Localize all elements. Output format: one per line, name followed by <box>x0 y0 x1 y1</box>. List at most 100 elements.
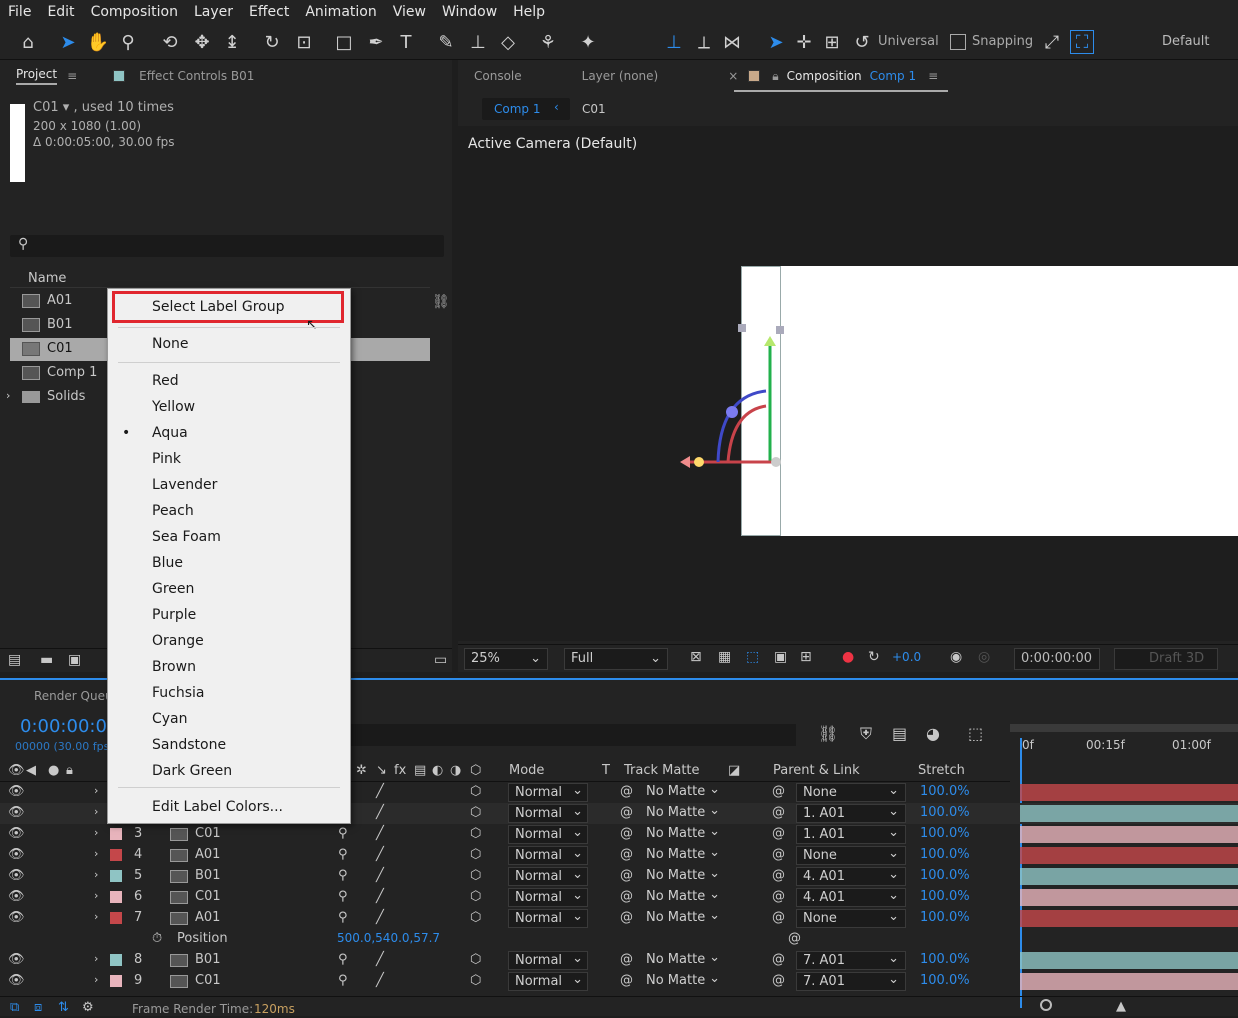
orbit-camera-icon[interactable]: ⟲ <box>158 30 182 54</box>
stretch-value[interactable]: 100.0% <box>920 889 970 904</box>
pick-whip-icon[interactable]: @ <box>772 784 785 799</box>
3d-layer-icon[interactable]: ⬡ <box>470 763 481 778</box>
pick-whip-icon[interactable]: @ <box>772 826 785 841</box>
grid-guides-icon[interactable]: ⊞ <box>800 649 812 665</box>
expression-pick-whip-icon[interactable]: @ <box>788 931 801 946</box>
roto-brush-icon[interactable]: ⚘ <box>536 30 560 54</box>
eye-icon[interactable]: 👁︎ <box>8 868 25 883</box>
eye-icon[interactable]: 👁︎ <box>8 847 25 862</box>
zoom-select[interactable]: 25% ⌄ <box>464 648 548 670</box>
new-comp-icon[interactable]: ▣ <box>68 652 81 668</box>
parent-select[interactable]: 7. A01 ⌄ <box>796 972 906 991</box>
3d-layer-switch-icon[interactable]: ⬡ <box>470 847 481 862</box>
menu-item-green[interactable]: Green <box>152 577 194 601</box>
pen-tool-icon[interactable]: ✒ <box>364 30 388 54</box>
shy-switch-icon[interactable]: ⚲ <box>338 868 348 883</box>
interpret-footage-icon[interactable]: ▤ <box>8 652 21 668</box>
clone-stamp-icon[interactable]: ⊥ <box>466 30 490 54</box>
mode-select[interactable]: Normal ⌄ <box>508 867 588 886</box>
menu-item-aqua[interactable]: Aqua <box>152 421 188 445</box>
frame-blending-icon[interactable]: ▤ <box>892 724 907 743</box>
column-header[interactable]: Name <box>10 268 430 288</box>
timecode-field[interactable]: 0:00:00:00 <box>1014 648 1100 670</box>
flowchart-icon[interactable]: ⛓ <box>432 294 450 310</box>
pan-behind-icon[interactable]: ⊡ <box>292 30 316 54</box>
3d-layer-switch-icon[interactable]: ⬡ <box>470 826 481 841</box>
chevron-right-icon[interactable]: › <box>94 805 98 818</box>
expand-icon[interactable]: ⧈ <box>34 1000 42 1015</box>
label-swatch[interactable] <box>110 975 122 987</box>
draft-3d-icon[interactable]: ⛨ <box>860 724 872 744</box>
menu-item-sea-foam[interactable]: Sea Foam <box>152 525 221 549</box>
shy-switch-icon[interactable]: ⚲ <box>338 910 348 925</box>
menu-layer[interactable]: Layer <box>194 4 233 20</box>
table-row[interactable]: 👁︎ › 5 B01 ⚲ ╱ ⬡ Normal ⌄ @ No Matte ⌄ @4. A01 ⌄ 100.0… <box>0 866 1238 887</box>
pick-whip-icon[interactable]: @ <box>772 868 785 883</box>
tab-render-queue[interactable]: Render Queu <box>34 689 113 703</box>
tab-effect-controls[interactable]: Effect Controls B01 <box>139 69 254 83</box>
work-area-bar[interactable] <box>1010 724 1238 732</box>
track-matte-select[interactable]: No Matte ⌄ <box>640 908 720 928</box>
world-axis-icon[interactable]: ⟂ <box>692 30 716 54</box>
chevron-right-icon[interactable]: › <box>94 826 98 839</box>
audio-icon[interactable]: ◀ <box>26 763 36 778</box>
motion-blur-icon[interactable]: ◐ <box>432 763 443 778</box>
table-row[interactable]: 👁︎ › 4 A01 ⚲ ╱ ⬡ Normal ⌄ @ No Matte ⌄ @ None ⌄ 100.0% <box>0 845 1238 866</box>
mode-select[interactable]: Normal ⌄ <box>508 783 588 802</box>
link-icon[interactable]: @ <box>620 973 633 988</box>
3d-axis-gizmo[interactable] <box>668 246 788 546</box>
menu-help[interactable]: Help <box>513 4 545 20</box>
parent-select[interactable]: 1. A01 ⌄ <box>796 804 906 823</box>
panel-menu-icon[interactable]: ≡ <box>928 69 938 83</box>
menu-view[interactable]: View <box>393 4 426 20</box>
eye-icon[interactable]: 👁︎ <box>8 763 25 778</box>
chevron-right-icon[interactable]: › <box>6 389 10 402</box>
table-row[interactable]: 👁︎ › 3 C01 ⚲ ╱ ⬡ Normal ⌄ @ No Matte ⌄ @1. A01 ⌄ 100.0… <box>0 824 1238 845</box>
link-icon[interactable]: @ <box>620 847 633 862</box>
pick-whip-icon[interactable]: @ <box>772 889 785 904</box>
menu-window[interactable]: Window <box>442 4 497 20</box>
pick-whip-icon[interactable]: @ <box>772 847 785 862</box>
menu-effect[interactable]: Effect <box>249 4 289 20</box>
menu-composition[interactable]: Composition <box>91 4 178 20</box>
layer-duration-bar[interactable] <box>1020 784 1238 801</box>
solo-icon[interactable]: ● <box>48 763 59 778</box>
draft3d-button[interactable]: Draft 3D <box>1114 648 1218 670</box>
time-ruler[interactable]: 0f 00:15f 01:00f <box>1010 724 1238 1008</box>
zoom-slider-handle[interactable] <box>1040 999 1052 1011</box>
type-tool-icon[interactable]: T <box>394 30 418 54</box>
label-swatch[interactable] <box>110 954 122 966</box>
track-matte-select[interactable]: No Matte ⌄ <box>640 866 720 886</box>
eye-icon[interactable]: 👁︎ <box>8 910 25 925</box>
tab-composition-name[interactable]: Comp 1 <box>870 69 916 83</box>
exposure-value[interactable]: +0.0 <box>892 650 921 664</box>
eye-icon[interactable]: 👁︎ <box>8 784 25 799</box>
breadcrumb-c01[interactable]: C01 <box>582 102 606 116</box>
universal-label[interactable]: Universal <box>878 34 939 49</box>
track-matte-select[interactable]: No Matte ⌄ <box>640 845 720 865</box>
rotation-tool-icon[interactable]: ↻ <box>260 30 284 54</box>
link-icon[interactable]: @ <box>620 805 633 820</box>
3d-scale-icon[interactable]: ⊞ <box>820 30 844 54</box>
quality-switch-icon[interactable]: ╱ <box>376 784 384 799</box>
zoom-tool-icon[interactable]: ⚲ <box>116 30 140 54</box>
reset-exposure-icon[interactable]: ↻ <box>868 649 880 665</box>
menu-item-pink[interactable]: Pink <box>152 447 181 471</box>
mode-select[interactable]: Normal ⌄ <box>508 846 588 865</box>
layer-name[interactable]: C01 <box>195 826 221 841</box>
menu-item-none[interactable]: None <box>152 332 189 356</box>
track-matte-select[interactable]: No Matte ⌄ <box>640 950 720 970</box>
mode-select[interactable]: Normal ⌄ <box>508 888 588 907</box>
snap-options-icon[interactable]: ⤢ <box>1040 30 1064 54</box>
3d-layer-switch-icon[interactable]: ⬡ <box>470 952 481 967</box>
layer-name[interactable]: C01 <box>195 889 221 904</box>
delete-icon[interactable]: ▭ <box>434 652 447 668</box>
layer-duration-bar[interactable] <box>1020 973 1238 990</box>
puppet-pin-icon[interactable]: ✦ <box>576 30 600 54</box>
chevron-right-icon[interactable]: › <box>94 973 98 986</box>
label-swatch[interactable] <box>110 849 122 861</box>
pick-whip-icon[interactable]: @ <box>772 805 785 820</box>
snapping-checkbox[interactable] <box>950 34 966 50</box>
track-matte-select[interactable]: No Matte ⌄ <box>640 887 720 907</box>
shy-switch-icon[interactable]: ⚲ <box>338 889 348 904</box>
